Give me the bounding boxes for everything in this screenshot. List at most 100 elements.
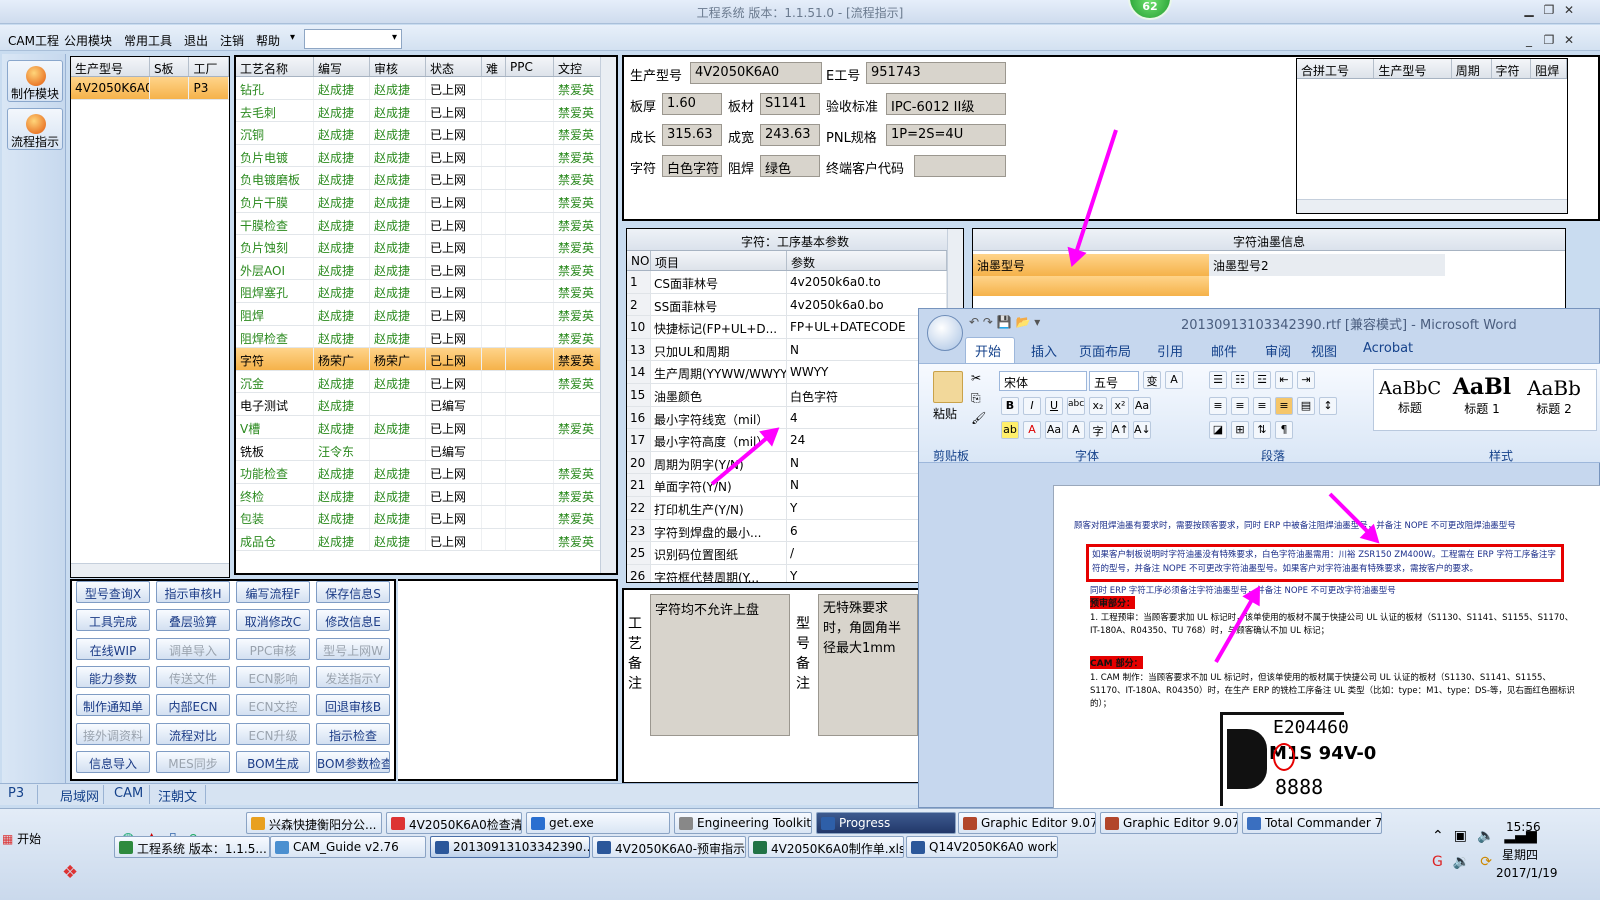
- taskbar-item[interactable]: 20130913103342390....: [430, 836, 590, 858]
- table-row[interactable]: 4V2050K6A0 P3: [71, 77, 229, 100]
- taskbar-item[interactable]: 4V2050K6A0制作单.xls ...: [748, 836, 904, 858]
- table-row[interactable]: 沉金 赵成捷 赵成捷 已上网 禁爱英: [236, 370, 616, 394]
- mdi-restore-icon[interactable]: ❐: [1540, 33, 1558, 49]
- menu-cam[interactable]: CAM工程: [8, 32, 59, 49]
- column-header[interactable]: NO: [627, 251, 651, 270]
- numbering-icon[interactable]: ☷: [1231, 371, 1249, 389]
- action-button[interactable]: 修改信息E: [316, 609, 390, 632]
- document-page[interactable]: 顾客对阻焊油墨有要求时，需要按顾客要求，同时 ERP 中被备注阻焊油墨型号，并备…: [1053, 485, 1600, 809]
- bottom-tab[interactable]: 汪朝文: [154, 785, 206, 805]
- start-button[interactable]: ▦ 开始: [2, 830, 52, 850]
- field-value[interactable]: S1141: [760, 93, 820, 115]
- table-row[interactable]: 电子测试 赵成捷 已编写: [236, 393, 616, 416]
- ink-header-2[interactable]: 油墨型号2: [1209, 254, 1445, 276]
- action-button[interactable]: 型号查询X: [76, 581, 150, 603]
- column-header[interactable]: 项目: [651, 251, 787, 270]
- action-button[interactable]: ECN文控: [236, 694, 310, 717]
- column-header[interactable]: 文控: [554, 57, 602, 76]
- action-button[interactable]: 发送指示Y: [316, 665, 390, 688]
- table-row[interactable]: 去毛刺 赵成捷 赵成捷 已上网 禁爱英: [236, 99, 616, 123]
- underline-icon[interactable]: U: [1045, 397, 1063, 415]
- column-header[interactable]: 状态: [426, 57, 482, 76]
- style-item[interactable]: AaBl 标题 1: [1446, 370, 1518, 430]
- change-case-icon[interactable]: Aa: [1133, 397, 1151, 415]
- style-item[interactable]: AaBbC 标题: [1374, 370, 1446, 430]
- paste-label[interactable]: 粘贴: [933, 405, 957, 422]
- action-button[interactable]: BOM生成: [236, 750, 310, 773]
- field-value[interactable]: 4V2050K6A0: [690, 62, 822, 84]
- font-select[interactable]: 宋体: [999, 371, 1087, 391]
- action-button[interactable]: 信息导入: [76, 750, 150, 773]
- ribbon-tab[interactable]: 视图: [1311, 341, 1337, 360]
- action-button[interactable]: 流程对比: [156, 722, 230, 745]
- superscript-icon[interactable]: x²: [1111, 397, 1129, 415]
- enclose-icon[interactable]: 字: [1089, 421, 1107, 439]
- subscript-icon[interactable]: x₂: [1089, 397, 1107, 415]
- table-row[interactable]: 阻焊 赵成捷 赵成捷 已上网 禁爱英: [236, 302, 616, 326]
- table-row[interactable]: 16 最小字符线宽（mil） 4: [627, 406, 963, 430]
- column-header[interactable]: S板: [150, 57, 190, 76]
- model-note[interactable]: 无特殊要求时，角圆角半径最大1mm: [818, 594, 918, 736]
- align-right-icon[interactable]: ≡: [1253, 397, 1271, 415]
- align-center-icon[interactable]: ≡: [1231, 397, 1249, 415]
- action-button[interactable]: 接外调资料: [76, 722, 150, 745]
- font-size-toggle-icon[interactable]: Aa: [1045, 421, 1063, 439]
- cut-icon[interactable]: ✂: [971, 371, 981, 385]
- table-row[interactable]: 13 只加UL和周期 N: [627, 338, 963, 362]
- taskbar-item[interactable]: Progress: [816, 812, 956, 834]
- table-row[interactable]: 负电镀磨板 赵成捷 赵成捷 已上网 禁爱英: [236, 167, 616, 190]
- office-button[interactable]: [927, 315, 963, 351]
- action-button[interactable]: 指示检查: [316, 722, 390, 745]
- sort-icon[interactable]: ⇅: [1253, 421, 1271, 439]
- column-header[interactable]: 参数: [787, 251, 947, 270]
- menu-exit[interactable]: 退出: [184, 32, 208, 49]
- field-value[interactable]: IPC-6012 II级: [886, 93, 1006, 115]
- table-row[interactable]: 负片蚀刻 赵成捷 赵成捷 已上网 禁爱英: [236, 235, 616, 258]
- line-spacing-icon[interactable]: ↕: [1319, 397, 1337, 415]
- action-button[interactable]: 能力参数: [76, 665, 150, 688]
- clock-time[interactable]: 15:56: [1506, 820, 1541, 834]
- menu-tools[interactable]: 常用工具: [124, 32, 172, 49]
- action-button[interactable]: 调单导入: [156, 637, 230, 660]
- borders-icon[interactable]: ⊞: [1231, 421, 1249, 439]
- horizontal-scrollbar[interactable]: [1297, 199, 1567, 213]
- italic-icon[interactable]: I: [1023, 397, 1041, 415]
- distributed-icon[interactable]: ▤: [1297, 397, 1315, 415]
- action-button[interactable]: ECN影响: [236, 665, 310, 688]
- ink-header-1[interactable]: 油墨型号: [973, 254, 1209, 276]
- table-row[interactable]: 25 识别码位置图纸 /: [627, 542, 963, 565]
- taskbar-item[interactable]: Q14V2050K6A0 working ...: [906, 836, 1058, 858]
- windows-logo-icon[interactable]: ❖: [62, 862, 78, 883]
- ribbon-tab[interactable]: 插入: [1031, 341, 1057, 360]
- antivirus-icon[interactable]: G: [1432, 854, 1443, 870]
- copy-icon[interactable]: ⎘: [971, 391, 981, 406]
- table-row[interactable]: 2 SS面菲林号 4v2050k6a0.bo: [627, 293, 963, 317]
- clear-format-icon[interactable]: A: [1165, 371, 1183, 389]
- field-value[interactable]: 1.60: [662, 93, 722, 115]
- vertical-scrollbar[interactable]: [600, 57, 616, 573]
- font-size-select[interactable]: 五号: [1089, 371, 1139, 391]
- taskbar-item[interactable]: Graphic Editor 9.07b2...: [958, 812, 1096, 834]
- menu-logout[interactable]: 注销: [220, 32, 244, 49]
- table-row[interactable]: 阻焊检查 赵成捷 赵成捷 已上网 禁爱英: [236, 325, 616, 349]
- table-row[interactable]: 23 字符到焊盘的最小... 6: [627, 519, 963, 543]
- decrease-indent-icon[interactable]: ⇤: [1275, 371, 1293, 389]
- table-row[interactable]: 成品仓 赵成捷 赵成捷 已上网 禁爱英: [236, 528, 616, 552]
- field-value[interactable]: 绿色: [760, 155, 820, 177]
- close-icon[interactable]: ✕: [1560, 3, 1578, 19]
- char-shading-icon[interactable]: A: [1067, 421, 1085, 439]
- column-header[interactable]: 生产型号: [71, 57, 150, 76]
- ribbon-tab[interactable]: 审阅: [1265, 341, 1291, 360]
- ribbon-tab[interactable]: 引用: [1157, 341, 1183, 360]
- table-row[interactable]: 干膜检查 赵成捷 赵成捷 已上网 禁爱英: [236, 212, 616, 236]
- column-header[interactable]: 字符: [1492, 59, 1532, 78]
- table-row[interactable]: 10 快捷标记(FP+UL+D... FP+UL+DATECODE: [627, 316, 963, 339]
- action-button[interactable]: PPC审核: [236, 637, 310, 660]
- column-header[interactable]: 生产型号: [1374, 59, 1452, 78]
- table-row[interactable]: 外层AOI 赵成捷 赵成捷 已上网 禁爱英: [236, 257, 616, 281]
- action-button[interactable]: 工具完成: [76, 609, 150, 632]
- table-row[interactable]: 终检 赵成捷 赵成捷 已上网 禁爱英: [236, 483, 616, 507]
- taskbar-item[interactable]: Graphic Editor 9.07b2...: [1100, 812, 1238, 834]
- taskbar-item[interactable]: CAM_Guide v2.76: [270, 836, 426, 858]
- strike-icon[interactable]: abc: [1067, 397, 1085, 415]
